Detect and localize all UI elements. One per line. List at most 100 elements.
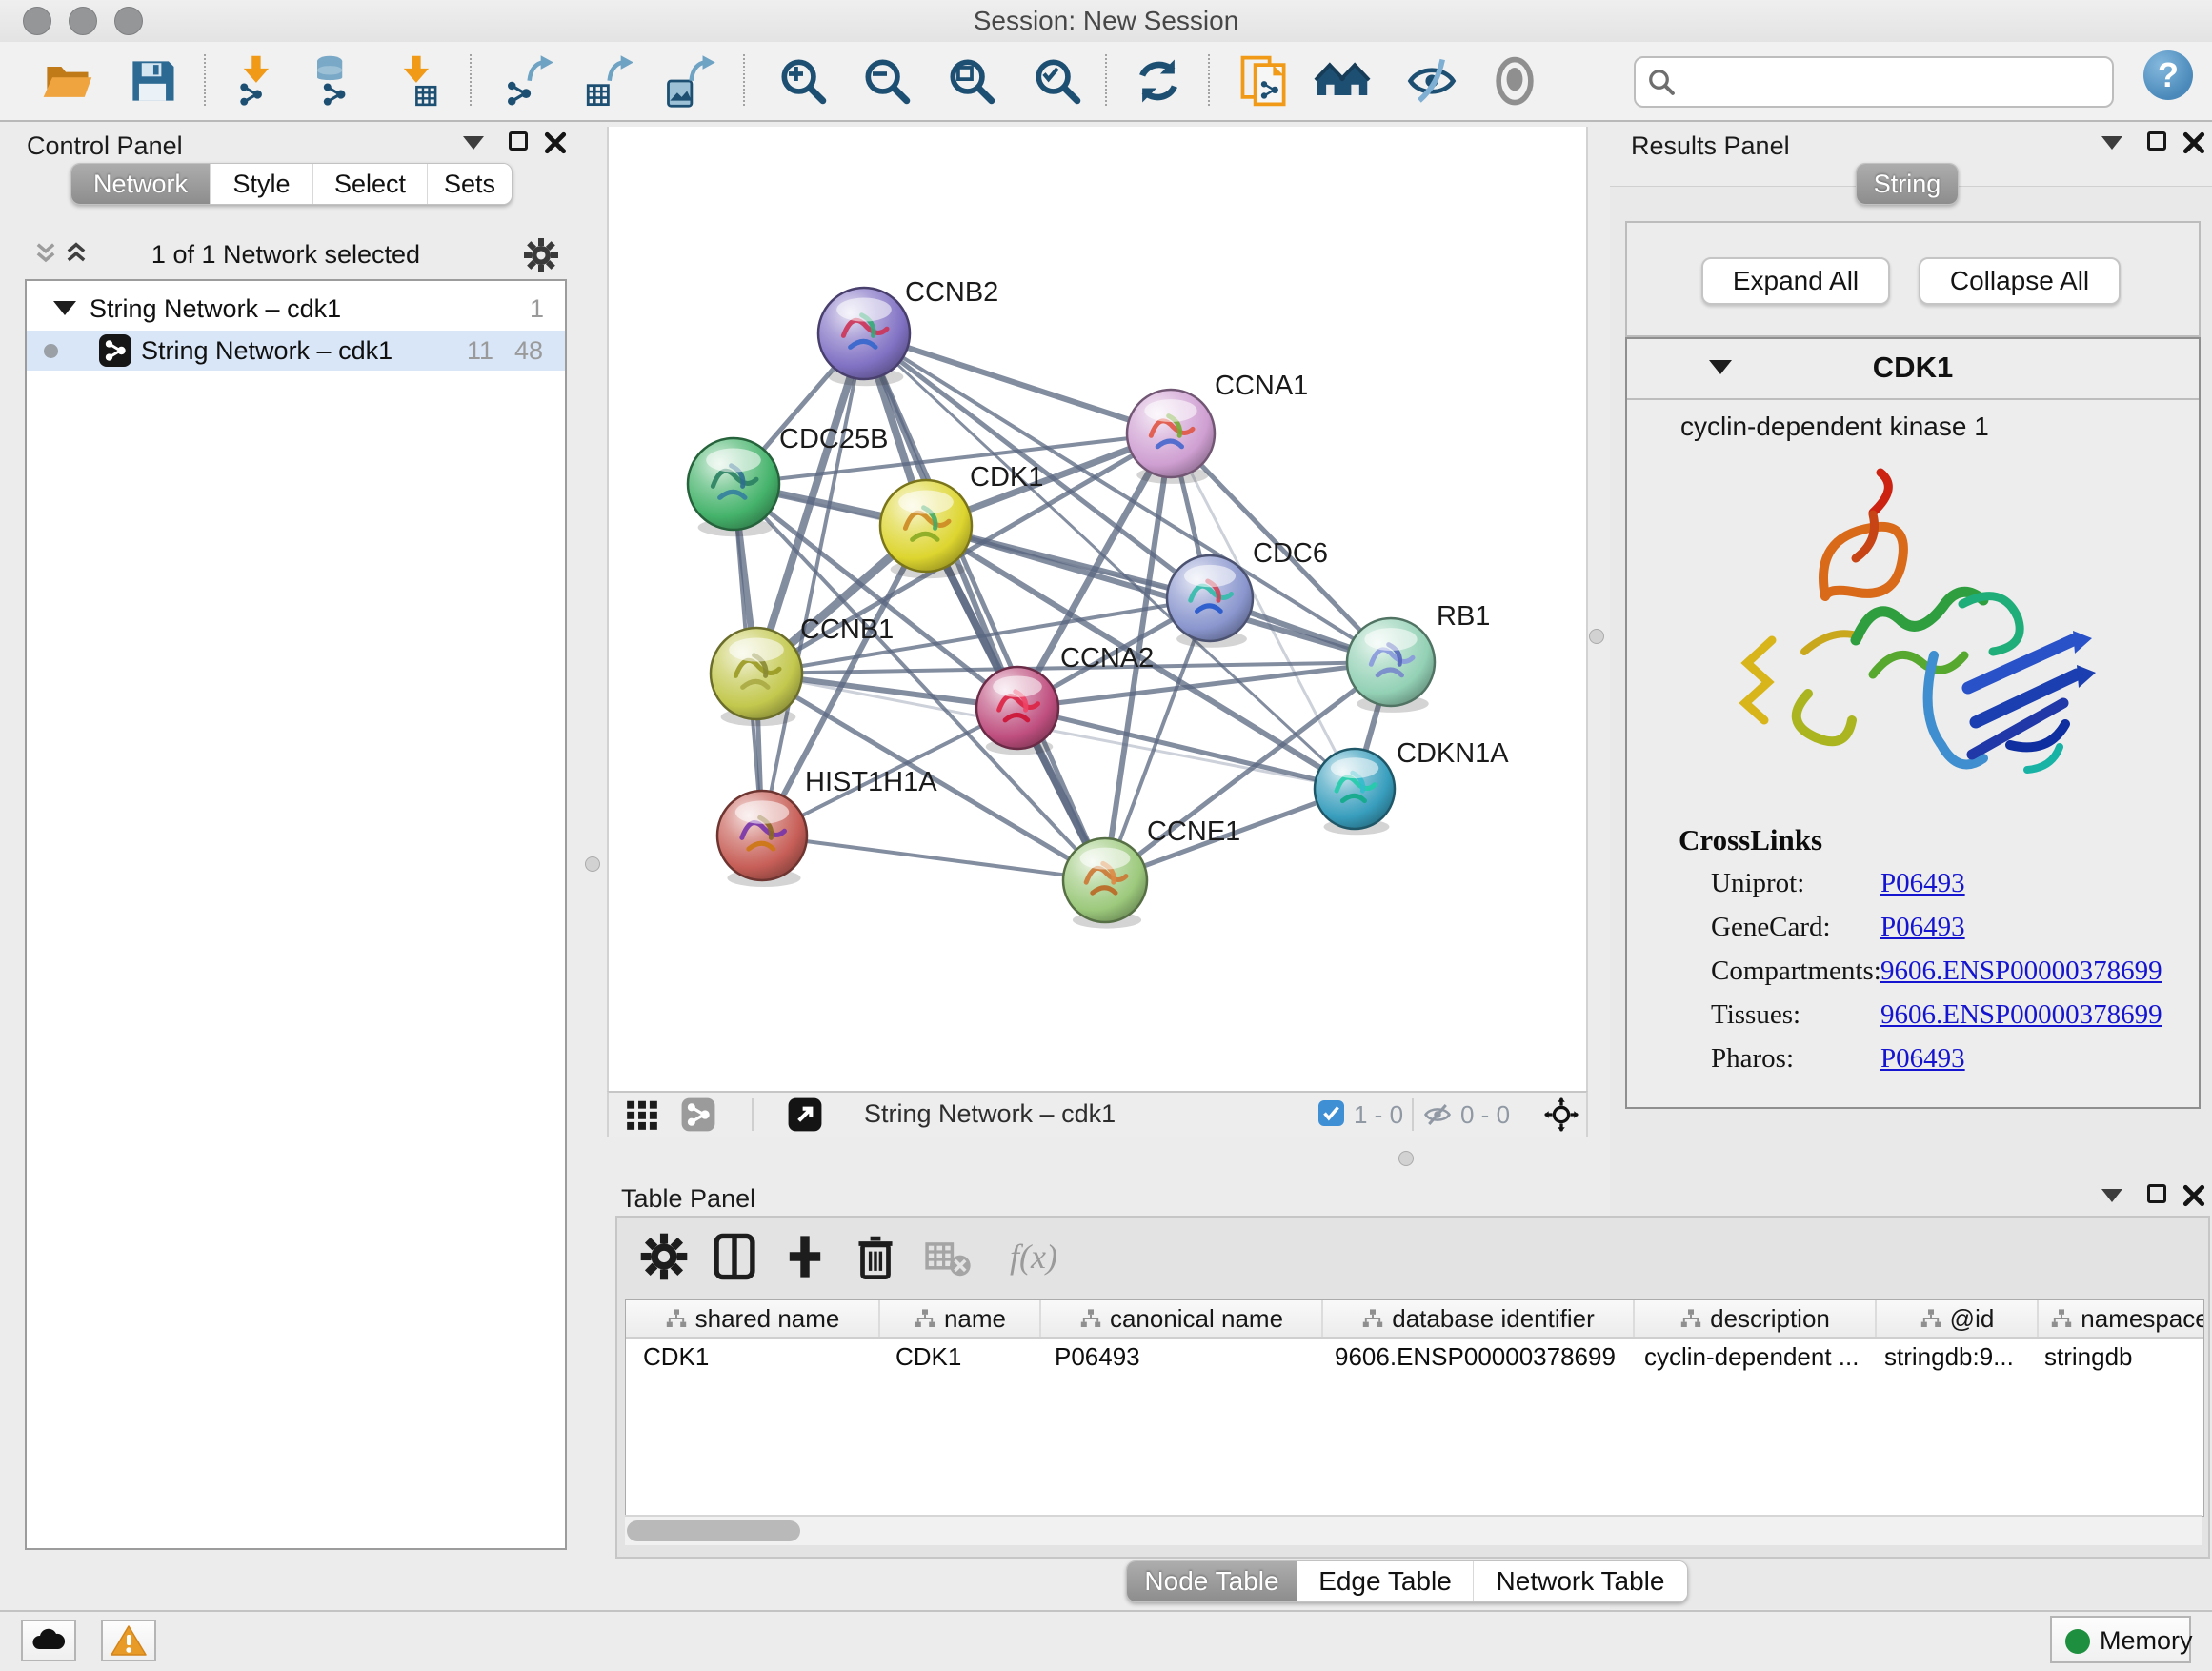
tab-sets[interactable]: Sets	[428, 164, 512, 204]
disclosure-triangle-icon[interactable]	[53, 301, 76, 315]
table-panel-collapse-button[interactable]	[2101, 1189, 2122, 1202]
fit-selected-crosshair-button[interactable]	[1542, 1097, 1580, 1133]
refresh-layout-button[interactable]	[1130, 52, 1187, 110]
save-session-button[interactable]	[124, 52, 181, 110]
delete-table-button[interactable]	[920, 1231, 972, 1282]
network-node[interactable]: CCNE1	[1063, 816, 1240, 929]
table-cell[interactable]: CDK1	[878, 1339, 1037, 1375]
crosslink-value-link[interactable]: P06493	[1880, 912, 1965, 943]
control-panel-float-button[interactable]	[509, 131, 528, 151]
control-panel-close-button[interactable]	[543, 131, 568, 155]
right-splitter-handle[interactable]	[1589, 629, 1604, 644]
help-button[interactable]: ?	[2143, 50, 2193, 100]
table-options-button[interactable]	[638, 1231, 690, 1282]
add-column-button[interactable]	[779, 1231, 831, 1282]
string-import-button[interactable]	[1236, 52, 1293, 110]
export-image-button[interactable]	[661, 52, 718, 110]
tab-select[interactable]: Select	[313, 164, 428, 204]
crosslink-value-link[interactable]: P06493	[1880, 1043, 1965, 1075]
table-panel-float-button[interactable]	[2147, 1184, 2166, 1203]
table-cell[interactable]: stringdb:9...	[1867, 1339, 2027, 1375]
network-edge[interactable]	[864, 333, 1171, 433]
import-network-button[interactable]	[227, 52, 284, 110]
horizontal-scrollbar[interactable]	[625, 1515, 2202, 1545]
expand-all-button[interactable]: Expand All	[1701, 257, 1890, 305]
warning-status-button[interactable]	[101, 1620, 156, 1661]
zoom-selected-button[interactable]	[1029, 52, 1086, 110]
network-view-title: String Network – cdk1	[864, 1099, 1116, 1129]
network-share-view-button[interactable]	[679, 1097, 717, 1133]
birdseye-view-button[interactable]	[786, 1097, 824, 1133]
entry-header[interactable]: CDK1	[1627, 339, 2199, 400]
table-cell[interactable]: 9606.ENSP00000378699	[1317, 1339, 1627, 1375]
tab-node-table[interactable]: Node Table	[1127, 1561, 1297, 1601]
memory-button[interactable]: Memory	[2050, 1616, 2191, 1663]
network-node[interactable]: CDC25B	[688, 424, 888, 536]
node-label: CDC25B	[779, 424, 888, 454]
horizontal-splitter-handle[interactable]	[1398, 1151, 1414, 1166]
network-edge[interactable]	[864, 333, 1105, 880]
function-builder-button[interactable]: f(x)	[991, 1231, 1076, 1282]
expand-all-networks-button[interactable]	[63, 240, 90, 267]
network-collection-row[interactable]: String Network – cdk1 1	[27, 289, 565, 329]
table-cell[interactable]: CDK1	[626, 1339, 878, 1375]
table-panel-close-button[interactable]	[2182, 1183, 2206, 1208]
import-table-button[interactable]	[387, 52, 444, 110]
results-panel-float-button[interactable]	[2147, 131, 2166, 151]
search-input[interactable]	[1685, 60, 2104, 102]
tab-string[interactable]: String	[1857, 164, 1958, 204]
network-node[interactable]: RB1	[1347, 601, 1490, 713]
network-node[interactable]: CDKN1A	[1315, 738, 1509, 835]
network-edge[interactable]	[1017, 708, 1355, 789]
presentation-eye-button[interactable]	[1486, 52, 1543, 110]
results-panel-close-button[interactable]	[2182, 131, 2206, 155]
network-edge[interactable]	[762, 333, 864, 836]
tab-network[interactable]: Network	[71, 164, 211, 204]
table-column-header[interactable]: canonical name	[1041, 1300, 1323, 1337]
tab-network-table[interactable]: Network Table	[1474, 1561, 1687, 1601]
crosslink-value-link[interactable]: 9606.ENSP00000378699	[1880, 956, 2162, 987]
selected-nodes-checkbox[interactable]	[1318, 1100, 1344, 1126]
table-cell[interactable]: cyclin-dependent ...	[1627, 1339, 1867, 1375]
export-table-button[interactable]	[581, 52, 638, 110]
network-edge[interactable]	[762, 836, 1105, 880]
tab-style[interactable]: Style	[211, 164, 313, 204]
control-panel-collapse-button[interactable]	[463, 136, 484, 150]
table-column-header[interactable]: description	[1635, 1300, 1877, 1337]
tab-edge-table[interactable]: Edge Table	[1297, 1561, 1474, 1601]
open-session-button[interactable]	[38, 52, 95, 110]
collapse-all-button[interactable]: Collapse All	[1919, 257, 2121, 305]
network-node[interactable]: CCNA1	[1127, 371, 1308, 484]
table-row[interactable]: CDK1CDK1P064939606.ENSP00000378699cyclin…	[626, 1339, 2203, 1375]
results-panel-collapse-button[interactable]	[2101, 136, 2122, 150]
zoom-in-button[interactable]	[774, 52, 832, 110]
crosshair-icon	[1543, 1097, 1579, 1133]
export-network-button[interactable]	[501, 52, 558, 110]
show-columns-button[interactable]	[709, 1231, 760, 1282]
table-column-header[interactable]: database identifier	[1323, 1300, 1635, 1337]
table-column-header[interactable]: namespace	[2039, 1300, 2204, 1337]
zoom-out-button[interactable]	[858, 52, 915, 110]
grid-view-button[interactable]	[623, 1097, 661, 1133]
left-splitter-handle[interactable]	[585, 856, 600, 872]
table-column-header[interactable]: shared name	[626, 1300, 880, 1337]
delete-column-button[interactable]	[850, 1231, 901, 1282]
network-panel-options-button[interactable]	[522, 236, 560, 274]
network-canvas[interactable]: CCNB2CCNA1CDC25BCDK1CDC6RB1CCNB1CCNA2CDK…	[607, 127, 1588, 1091]
network-node[interactable]: HIST1H1A	[717, 767, 937, 887]
scrollbar-thumb[interactable]	[627, 1520, 800, 1541]
table-column-header[interactable]: name	[880, 1300, 1041, 1337]
table-column-header[interactable]: @id	[1877, 1300, 2039, 1337]
import-network-from-database-button[interactable]	[303, 52, 360, 110]
network-row-selected[interactable]: String Network – cdk1 11 48	[27, 331, 565, 371]
hide-panel-eye-button[interactable]	[1403, 52, 1460, 110]
crosslink-label: Pharos:	[1711, 1043, 1880, 1075]
zoom-fit-button[interactable]	[943, 52, 1000, 110]
home-networks-button[interactable]	[1314, 52, 1371, 110]
crosslink-value-link[interactable]: P06493	[1880, 868, 1965, 899]
collapse-all-networks-button[interactable]	[32, 240, 59, 267]
crosslink-value-link[interactable]: 9606.ENSP00000378699	[1880, 999, 2162, 1031]
table-cell[interactable]: stringdb	[2027, 1339, 2204, 1375]
cloud-status-button[interactable]	[21, 1620, 76, 1661]
table-cell[interactable]: P06493	[1037, 1339, 1317, 1375]
